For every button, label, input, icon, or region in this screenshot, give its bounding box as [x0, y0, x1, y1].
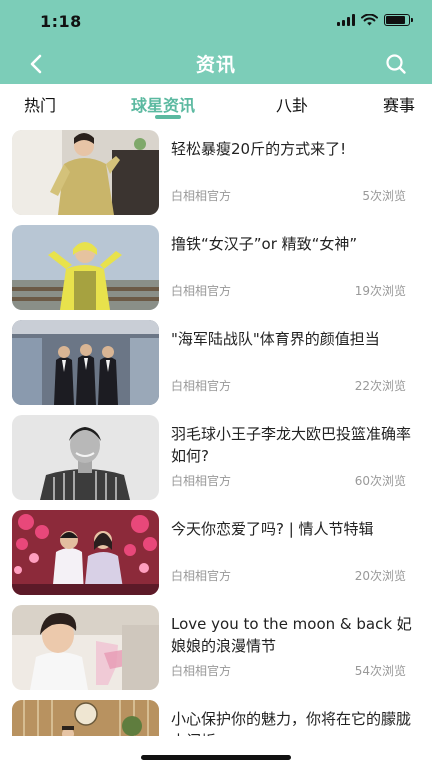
news-source: 白相相官方 — [171, 474, 232, 488]
status-bar: 1:18 — [0, 0, 432, 44]
news-title: "海军陆战队"体育界的颜值担当 — [171, 330, 380, 348]
tab-events[interactable]: 赛事 — [383, 92, 415, 116]
search-button[interactable] — [382, 50, 410, 78]
status-time: 1:18 — [40, 12, 82, 31]
news-source: 白相相官方 — [171, 189, 232, 203]
news-title: 轻松暴瘦20斤的方式来了! — [171, 140, 347, 158]
news-item[interactable]: "海军陆战队"体育界的颜值担当 白相相官方 22次浏览 — [0, 320, 432, 415]
news-title: 今天你恋爱了吗? | 情人节特辑 — [171, 520, 374, 538]
battery-icon — [384, 14, 413, 26]
news-thumbnail — [12, 510, 159, 595]
news-item[interactable]: 今天你恋爱了吗? | 情人节特辑 白相相官方 20次浏览 — [0, 510, 432, 605]
news-thumbnail — [12, 225, 159, 310]
news-item[interactable]: 撸铁“女汉子”or 精致“女神” 白相相官方 19次浏览 — [0, 225, 432, 320]
news-title: 撸铁“女汉子”or 精致“女神” — [171, 235, 358, 253]
news-views: 19次浏览 — [354, 284, 406, 298]
news-thumbnail — [12, 605, 159, 690]
news-source: 白相相官方 — [171, 569, 232, 583]
app-header: 1:18 资讯 — [0, 0, 432, 84]
tab-hot[interactable]: 热门 — [24, 92, 56, 116]
news-views: 20次浏览 — [354, 569, 406, 583]
news-views: 22次浏览 — [354, 379, 406, 393]
news-item[interactable]: 轻松暴瘦20斤的方式来了! 白相相官方 5次浏览 — [0, 130, 432, 225]
news-title: 羽毛球小王子李龙大欧巴投篮准确率如何? — [171, 425, 412, 465]
news-source: 白相相官方 — [171, 664, 232, 678]
news-item[interactable]: Love you to the moon & back 妃娘娘的浪漫情节 白相相… — [0, 605, 432, 700]
news-views: 5次浏览 — [362, 189, 406, 203]
cellular-signal-icon — [337, 14, 355, 26]
news-source: 白相相官方 — [171, 284, 232, 298]
news-thumbnail — [12, 130, 159, 215]
wifi-icon — [361, 14, 378, 26]
nav-bar: 资讯 — [0, 44, 432, 84]
news-list: 轻松暴瘦20斤的方式来了! 白相相官方 5次浏览 撸铁“女汉子”or 精致“女神… — [0, 130, 432, 736]
news-source: 白相相官方 — [171, 379, 232, 393]
tab-star-news[interactable]: 球星资讯 — [131, 92, 195, 116]
category-tabs: 热门 球星资讯 八卦 赛事 — [0, 84, 432, 124]
status-icons — [337, 14, 413, 26]
news-item[interactable]: 羽毛球小王子李龙大欧巴投篮准确率如何? 白相相官方 60次浏览 — [0, 415, 432, 510]
search-icon — [386, 54, 406, 74]
news-title: Love you to the moon & back 妃娘娘的浪漫情节 — [171, 615, 412, 655]
news-thumbnail — [12, 320, 159, 405]
news-title: 小心保护你的魅力，你将在它的朦胧中闪烁 — [171, 710, 412, 736]
news-views: 60次浏览 — [354, 474, 406, 488]
news-thumbnail — [12, 700, 159, 736]
news-item[interactable]: 小心保护你的魅力，你将在它的朦胧中闪烁 — [0, 700, 432, 736]
news-views: 54次浏览 — [354, 664, 406, 678]
home-indicator — [141, 755, 291, 760]
page-title: 资讯 — [195, 54, 236, 76]
tab-gossip[interactable]: 八卦 — [276, 92, 308, 116]
news-thumbnail — [12, 415, 159, 500]
active-tab-indicator — [155, 115, 181, 119]
